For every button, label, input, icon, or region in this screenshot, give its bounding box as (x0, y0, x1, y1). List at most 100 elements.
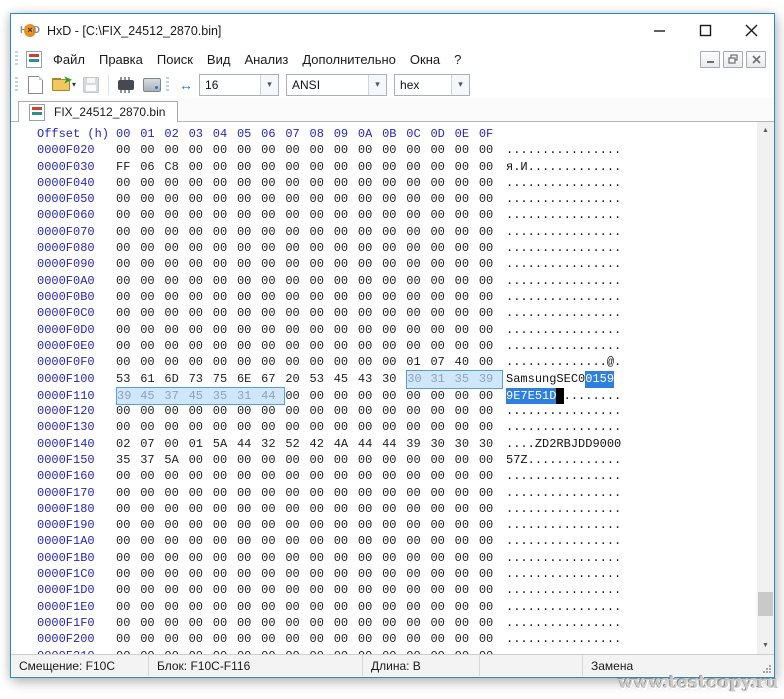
ascii-char[interactable]: . (564, 582, 571, 598)
vertical-scrollbar[interactable]: ▲ ▼ (757, 122, 774, 654)
ascii-char[interactable]: . (578, 224, 585, 240)
ascii-char[interactable]: 0 (578, 371, 585, 387)
ascii-text[interactable]: ................ (506, 486, 621, 500)
ascii-char[interactable]: . (549, 419, 556, 435)
hex-byte[interactable]: 00 (455, 240, 479, 256)
hex-byte[interactable]: 00 (406, 419, 430, 435)
ascii-char[interactable]: . (506, 517, 513, 533)
ascii-char[interactable]: . (578, 615, 585, 631)
ascii-char[interactable]: . (528, 550, 535, 566)
hex-byte[interactable]: 00 (285, 224, 309, 240)
ascii-char[interactable]: . (535, 240, 542, 256)
ascii-char[interactable]: . (614, 517, 621, 533)
ascii-char[interactable]: я (506, 159, 513, 175)
ascii-char[interactable]: . (592, 354, 599, 370)
ascii-char[interactable]: . (506, 419, 513, 435)
ascii-char[interactable]: . (556, 388, 563, 404)
ascii-char[interactable]: . (614, 419, 621, 435)
hex-byte[interactable]: 00 (334, 599, 358, 615)
ascii-char[interactable]: . (520, 289, 527, 305)
ascii-char[interactable]: . (556, 322, 563, 338)
hex-byte[interactable]: 5A (164, 452, 188, 468)
ascii-char[interactable]: . (549, 452, 556, 468)
hex-byte[interactable]: 00 (189, 224, 213, 240)
hex-byte[interactable]: 44 (382, 436, 406, 452)
hex-byte[interactable]: 00 (455, 175, 479, 191)
hex-byte[interactable]: 00 (358, 256, 382, 272)
ascii-char[interactable]: . (535, 517, 542, 533)
ascii-char[interactable]: . (592, 566, 599, 582)
hex-byte[interactable]: 00 (479, 582, 503, 598)
ascii-char[interactable]: . (506, 631, 513, 647)
ascii-char[interactable]: . (607, 388, 614, 404)
hex-byte[interactable]: 30 (455, 436, 479, 452)
hex-byte[interactable]: 00 (479, 142, 503, 158)
hex-byte[interactable]: 00 (285, 533, 309, 549)
ascii-char[interactable]: . (600, 599, 607, 615)
ascii-char[interactable]: . (578, 599, 585, 615)
hex-byte[interactable]: 00 (479, 550, 503, 566)
ascii-char[interactable]: . (535, 566, 542, 582)
ascii-char[interactable]: . (578, 256, 585, 272)
ascii-char[interactable]: . (535, 289, 542, 305)
ascii-char[interactable]: . (549, 175, 556, 191)
ascii-char[interactable]: . (564, 485, 571, 501)
ascii-char[interactable]: . (535, 159, 542, 175)
hex-byte[interactable]: 00 (310, 403, 334, 419)
ascii-char[interactable]: . (542, 159, 549, 175)
ascii-char[interactable]: . (549, 485, 556, 501)
hex-byte[interactable]: 00 (358, 517, 382, 533)
hex-byte[interactable]: 00 (261, 485, 285, 501)
hex-byte[interactable]: 00 (285, 159, 309, 175)
ascii-char[interactable]: . (549, 338, 556, 354)
ascii-char[interactable]: . (556, 159, 563, 175)
hex-byte[interactable]: 00 (382, 322, 406, 338)
ascii-char[interactable]: . (535, 582, 542, 598)
ascii-char[interactable]: . (607, 419, 614, 435)
hex-byte[interactable]: 37 (140, 452, 164, 468)
ascii-char[interactable]: . (542, 631, 549, 647)
hex-byte[interactable]: 00 (213, 142, 237, 158)
ascii-text[interactable]: ................ (506, 632, 621, 646)
ascii-char[interactable]: . (549, 207, 556, 223)
hex-byte[interactable]: 00 (140, 224, 164, 240)
hex-byte[interactable]: 00 (382, 240, 406, 256)
ascii-char[interactable]: . (556, 566, 563, 582)
hex-byte[interactable]: 00 (430, 615, 454, 631)
ascii-char[interactable]: 5 (535, 388, 542, 404)
hex-byte[interactable]: 00 (358, 142, 382, 158)
ascii-char[interactable]: . (600, 550, 607, 566)
ascii-char[interactable]: . (592, 224, 599, 240)
ascii-text[interactable]: ................ (506, 225, 621, 239)
ascii-char[interactable]: D (585, 436, 592, 452)
ascii-char[interactable]: . (607, 175, 614, 191)
ascii-char[interactable]: . (549, 224, 556, 240)
ascii-char[interactable]: . (614, 582, 621, 598)
hex-byte[interactable]: 00 (406, 599, 430, 615)
minimize-button[interactable] (636, 14, 682, 47)
ascii-char[interactable]: . (592, 388, 599, 404)
resize-grip[interactable] (761, 663, 771, 673)
ascii-char[interactable]: 7 (520, 388, 527, 404)
ascii-char[interactable]: . (600, 273, 607, 289)
hex-byte[interactable]: 00 (334, 615, 358, 631)
hex-byte[interactable]: 00 (358, 354, 382, 370)
hex-byte[interactable]: 00 (213, 305, 237, 321)
hex-byte[interactable]: 00 (189, 354, 213, 370)
ascii-char[interactable]: . (607, 159, 614, 175)
ascii-char[interactable]: . (600, 501, 607, 517)
hex-byte[interactable]: 00 (310, 142, 334, 158)
hex-byte[interactable]: 00 (382, 533, 406, 549)
ascii-char[interactable]: . (549, 566, 556, 582)
ascii-char[interactable]: . (571, 224, 578, 240)
hex-byte[interactable]: 00 (164, 322, 188, 338)
hex-byte[interactable]: 00 (213, 517, 237, 533)
ascii-char[interactable]: . (592, 338, 599, 354)
hex-byte[interactable]: 00 (285, 354, 309, 370)
hex-byte[interactable]: 00 (140, 338, 164, 354)
hex-byte[interactable]: 00 (140, 322, 164, 338)
ascii-char[interactable]: . (513, 354, 520, 370)
ascii-text[interactable]: ................ (506, 534, 621, 548)
hex-byte[interactable]: 00 (479, 501, 503, 517)
hex-byte[interactable]: 00 (479, 599, 503, 615)
